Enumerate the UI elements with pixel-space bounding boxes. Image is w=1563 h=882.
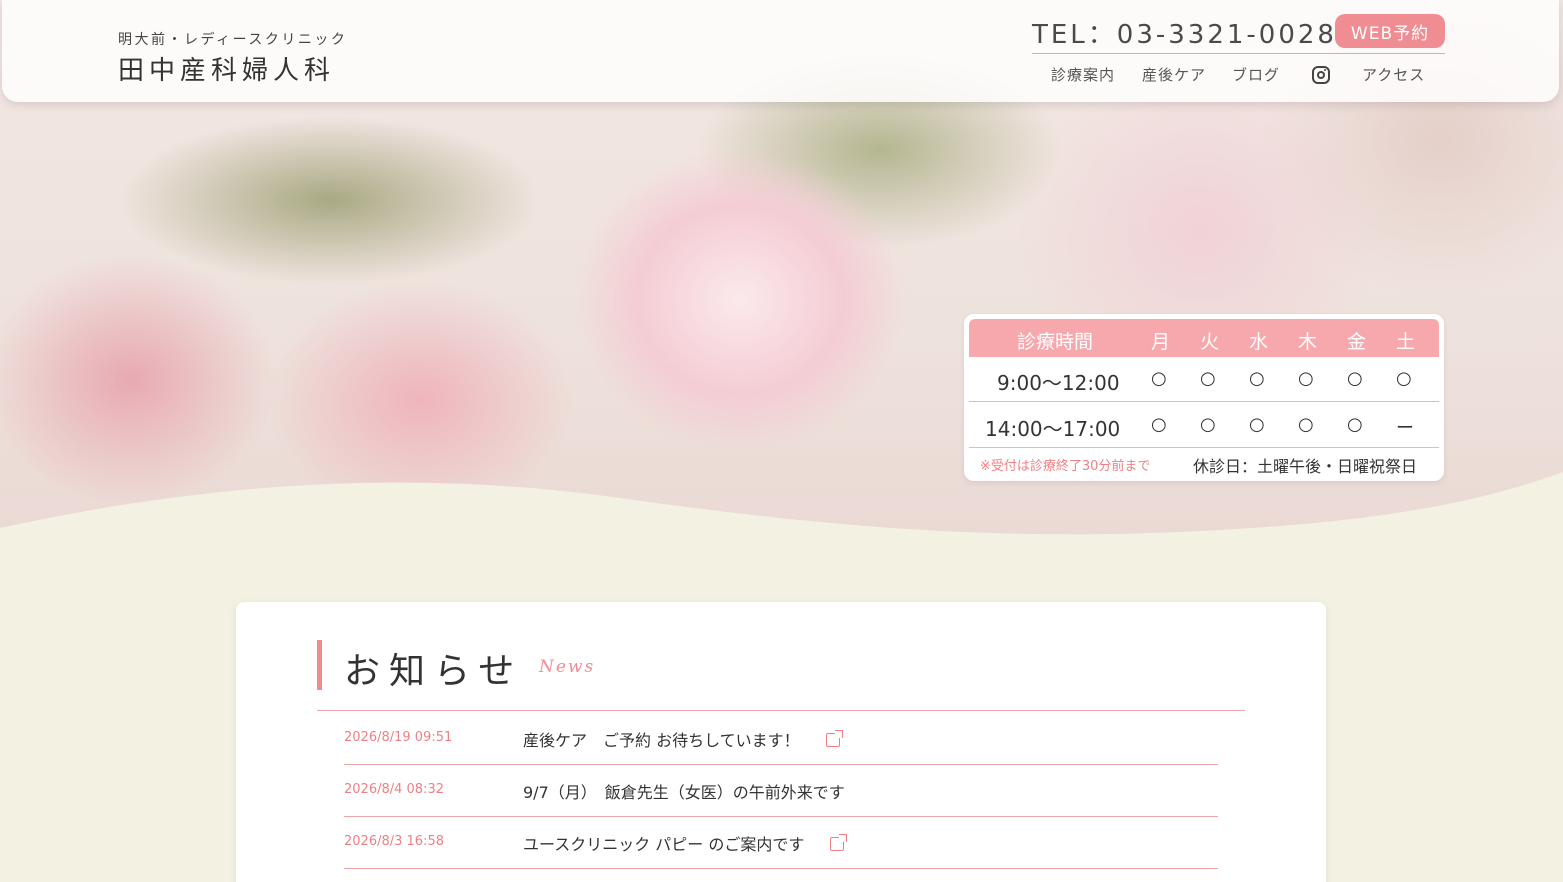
news-text[interactable]: 産後ケア ご予約 お待ちしています！: [523, 731, 800, 750]
hours-header-sat: 土: [1396, 331, 1416, 353]
news-date: 2026/8/4 08:32: [344, 782, 444, 797]
hours-header-tue: 火: [1200, 331, 1220, 353]
news-text[interactable]: 9/7（月） 飯倉先生（女医）の午前外来です: [523, 783, 845, 802]
news-text-wrap: ユースクリニック パピー のご案内です: [523, 831, 848, 855]
hours-mark: ○: [1249, 414, 1265, 435]
hours-row-morning: 9:00〜12:00 ○ ○ ○ ○ ○ ○: [969, 357, 1439, 402]
nav-item-access[interactable]: アクセス: [1362, 64, 1425, 85]
news-item[interactable]: 2026/8/4 08:32 9/7（月） 飯倉先生（女医）の午前外来です: [344, 764, 1218, 817]
hours-reception-note: ※受付は診療終了30分前まで: [980, 459, 1151, 474]
news-date: 2026/8/3 16:58: [344, 834, 444, 849]
hours-time: 14:00〜17:00: [985, 417, 1121, 441]
news-text[interactable]: ユースクリニック パピー のご案内です: [523, 835, 804, 854]
web-reservation-button[interactable]: WEB予約: [1335, 14, 1445, 48]
office-hours-table: 診療時間 月 火 水 木 金 土 9:00〜12:00 ○ ○ ○ ○ ○ ○ …: [964, 314, 1444, 481]
hours-header-label: 診療時間: [1017, 331, 1094, 353]
hours-mark: ○: [1249, 368, 1265, 389]
hours-time: 9:00〜12:00: [997, 371, 1120, 395]
news-item[interactable]: 2026/8/19 09:51 産後ケア ご予約 お待ちしています！: [344, 712, 1218, 765]
site-header: 明大前・レディースクリニック 田中産科婦人科 TEL：03-3321-0028 …: [2, 0, 1559, 102]
hours-mark: ○: [1298, 414, 1314, 435]
hours-header-mon: 月: [1151, 331, 1171, 353]
hours-header-thu: 木: [1298, 331, 1318, 353]
instagram-icon[interactable]: [1312, 66, 1330, 84]
hours-mark: ー: [1396, 418, 1414, 439]
external-link-icon[interactable]: [830, 834, 848, 851]
news-item[interactable]: 2026/8/3 16:58 ユースクリニック パピー のご案内です: [344, 816, 1218, 869]
news-date: 2026/8/19 09:51: [344, 730, 453, 745]
hours-row-afternoon: 14:00〜17:00 ○ ○ ○ ○ ○ ー: [969, 403, 1439, 448]
news-text-wrap: 9/7（月） 飯倉先生（女医）の午前外来です: [523, 779, 845, 803]
news-title-accent: [317, 640, 322, 690]
news-divider: [317, 710, 1245, 711]
hours-mark: ○: [1298, 368, 1314, 389]
news-title: お知らせ: [344, 651, 524, 692]
header-divider: [1032, 53, 1445, 54]
news-title-en: News: [539, 657, 596, 677]
logo-subtitle: 明大前・レディースクリニック: [118, 32, 348, 48]
nav-item-postpartum-care[interactable]: 産後ケア: [1142, 64, 1206, 85]
phone-number[interactable]: TEL：03-3321-0028: [1032, 14, 1337, 51]
external-link-icon[interactable]: [825, 730, 843, 747]
news-text-wrap: 産後ケア ご予約 お待ちしています！: [523, 727, 843, 751]
hours-table-header: 診療時間 月 火 水 木 金 土: [969, 319, 1439, 357]
hours-mark: ○: [1347, 414, 1363, 435]
hours-mark: ○: [1347, 368, 1363, 389]
nav-item-services[interactable]: 診療案内: [1051, 64, 1115, 85]
hours-closed-days: 休診日：土曜午後・日曜祝祭日: [1193, 457, 1418, 476]
hours-header-wed: 水: [1249, 331, 1269, 353]
hours-header-fri: 金: [1347, 331, 1367, 353]
hours-mark: ○: [1396, 368, 1412, 389]
nav-item-blog[interactable]: ブログ: [1232, 64, 1280, 85]
hours-mark: ○: [1151, 414, 1167, 435]
news-section: お知らせ News 2026/8/19 09:51 産後ケア ご予約 お待ちして…: [236, 602, 1326, 882]
logo-title[interactable]: 田中産科婦人科: [118, 50, 335, 87]
page: 明大前・レディースクリニック 田中産科婦人科 TEL：03-3321-0028 …: [0, 0, 1563, 882]
hours-mark: ○: [1200, 368, 1216, 389]
hours-mark: ○: [1200, 414, 1216, 435]
hours-mark: ○: [1151, 368, 1167, 389]
